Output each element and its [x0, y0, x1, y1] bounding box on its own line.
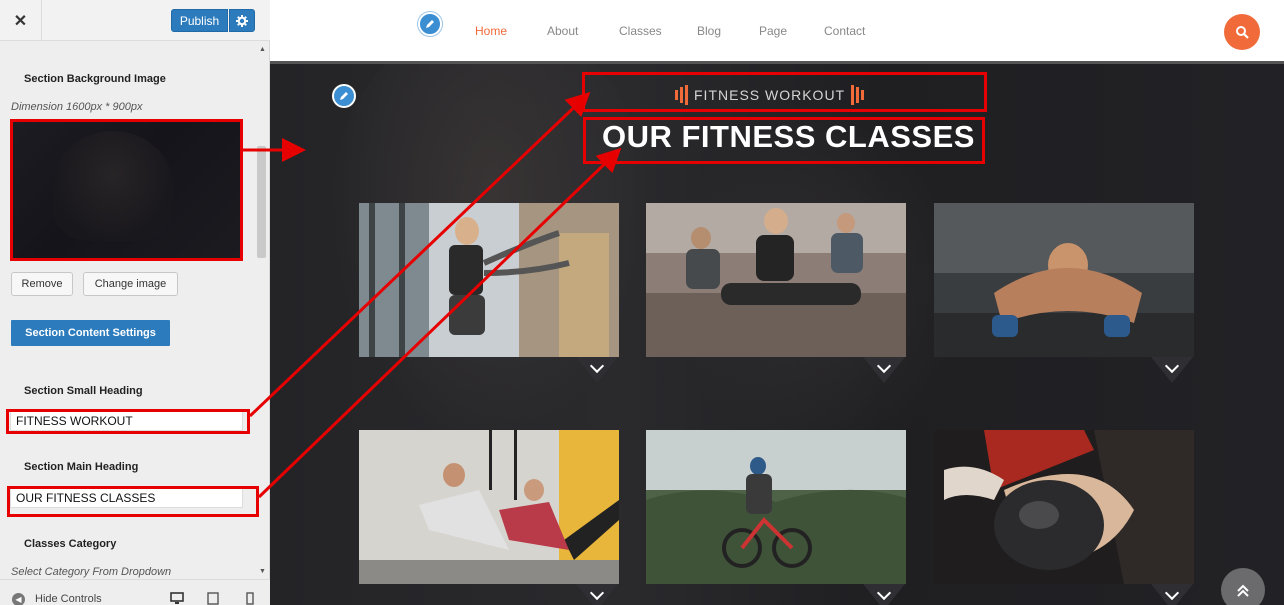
nav-contact[interactable]: Contact — [824, 24, 865, 38]
customizer-header: ✕ Publish — [0, 0, 270, 41]
tablet-icon[interactable] — [206, 592, 220, 605]
change-image-button[interactable]: Change image — [83, 272, 178, 296]
class-card-image[interactable] — [646, 430, 906, 584]
bg-image-label: Section Background Image — [24, 73, 166, 85]
search-icon[interactable] — [1224, 14, 1260, 50]
category-dropdown[interactable]: Select Category From Dropdown — [11, 566, 171, 578]
annotation-box — [583, 117, 985, 164]
dimension-hint: Dimension 1600px * 900px — [11, 101, 143, 113]
category-label: Classes Category — [24, 538, 117, 550]
hide-controls-button[interactable]: Hide Controls — [35, 593, 102, 605]
double-chevron-up-icon[interactable] — [1221, 568, 1265, 605]
main-heading-label: Section Main Heading — [24, 461, 139, 473]
class-card-image[interactable] — [934, 430, 1194, 584]
class-card-image[interactable] — [359, 430, 619, 584]
nav-classes[interactable]: Classes — [619, 24, 662, 38]
gear-icon[interactable] — [229, 9, 255, 32]
nav-blog[interactable]: Blog — [697, 24, 721, 38]
site-navbar: Home About Classes Blog Page Contact — [270, 0, 1284, 64]
annotation-box — [582, 72, 987, 112]
class-card-image[interactable] — [359, 203, 619, 357]
screen: ✕ Publish ▲ ▼ Section Background Image D… — [0, 0, 1284, 605]
nav-home[interactable]: Home — [475, 24, 507, 38]
sidebar-scrollbar[interactable] — [257, 146, 266, 258]
hide-controls-icon[interactable]: ◀ — [12, 593, 25, 605]
close-icon[interactable]: ✕ — [0, 0, 42, 41]
remove-image-button[interactable]: Remove — [11, 272, 73, 296]
class-card-image[interactable] — [646, 203, 906, 357]
desktop-icon[interactable] — [170, 592, 184, 605]
scroll-down-arrow[interactable]: ▼ — [259, 568, 266, 575]
content-settings-button[interactable]: Section Content Settings — [11, 320, 170, 346]
nav-about[interactable]: About — [547, 24, 578, 38]
class-card-image[interactable] — [934, 203, 1194, 357]
nav-page[interactable]: Page — [759, 24, 787, 38]
publish-button[interactable]: Publish — [171, 9, 228, 32]
scroll-up-arrow[interactable]: ▲ — [259, 46, 266, 53]
mobile-icon[interactable] — [243, 592, 257, 605]
annotation-box — [6, 409, 250, 434]
small-heading-label: Section Small Heading — [24, 385, 143, 397]
annotation-box — [10, 119, 243, 261]
annotation-box — [7, 486, 259, 517]
pencil-icon[interactable] — [418, 12, 442, 36]
pencil-icon[interactable] — [332, 84, 356, 108]
